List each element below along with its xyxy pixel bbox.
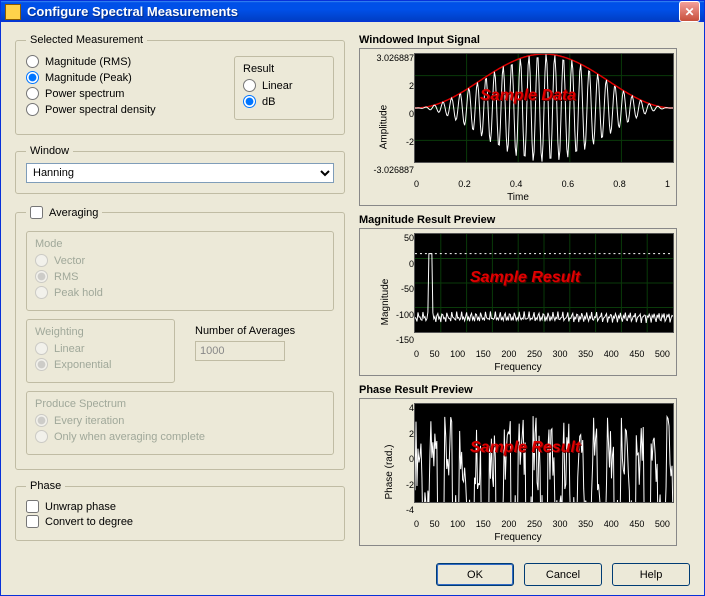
- measurement-option-peak[interactable]: Magnitude (Peak): [26, 71, 234, 84]
- phase-xlabel: Frequency: [494, 532, 541, 543]
- button-row: OK Cancel Help: [1, 557, 704, 596]
- phase-xticks: 050100150200250300350400450500: [414, 519, 670, 529]
- cancel-button[interactable]: Cancel: [524, 563, 602, 586]
- left-column: Selected Measurement Magnitude (RMS) Mag…: [15, 34, 345, 547]
- mode-option-peakhold: Peak hold: [35, 286, 325, 299]
- measurement-option-power[interactable]: Power spectrum: [26, 87, 234, 100]
- num-averages-legend: Number of Averages: [195, 325, 326, 337]
- result-group: Result Linear dB: [234, 56, 334, 120]
- magnitude-title: Magnitude Result Preview: [359, 214, 690, 226]
- window-legend: Window: [26, 145, 73, 157]
- windowed-yticks: 3.02688720-2-3.026887: [374, 53, 414, 175]
- phase-preview: Phase Result Preview Phase (rad.) Freque…: [359, 384, 690, 546]
- window-select[interactable]: Hanning: [26, 163, 334, 183]
- produce-option-every: Every iteration: [35, 414, 325, 427]
- result-option-db[interactable]: dB: [243, 95, 325, 108]
- magnitude-canvas: [414, 233, 674, 333]
- magnitude-xticks: 050100150200250300350400450500: [414, 349, 670, 359]
- titlebar: Configure Spectral Measurements ✕: [1, 1, 704, 22]
- window-group: Window Hanning: [15, 145, 345, 194]
- produce-spectrum-group: Produce Spectrum Every iteration Only wh…: [26, 391, 334, 455]
- phase-legend: Phase: [26, 480, 65, 492]
- mode-group: Mode Vector RMS Peak hold: [26, 231, 334, 311]
- window-title: Configure Spectral Measurements: [27, 4, 679, 19]
- windowed-xlabel: Time: [507, 192, 529, 203]
- content-area: Selected Measurement Magnitude (RMS) Mag…: [1, 22, 704, 557]
- magnitude-yticks: 500-50-100-150: [374, 233, 414, 345]
- windowed-preview: Windowed Input Signal Amplitude Time 3.0…: [359, 34, 690, 206]
- ok-button[interactable]: OK: [436, 563, 514, 586]
- weighting-legend: Weighting: [35, 326, 166, 338]
- averaging-group: Averaging Mode Vector RMS Peak hold Weig…: [15, 204, 345, 470]
- num-averages-input: [195, 341, 285, 361]
- app-icon: [5, 4, 21, 20]
- windowed-canvas: [414, 53, 674, 163]
- measurement-option-psd[interactable]: Power spectral density: [26, 103, 234, 116]
- phase-group: Phase Unwrap phase Convert to degree: [15, 480, 345, 541]
- selected-measurement-legend: Selected Measurement: [26, 34, 147, 46]
- windowed-xticks: 00.20.40.60.81: [414, 179, 670, 189]
- produce-legend: Produce Spectrum: [35, 398, 325, 410]
- dialog-window: Configure Spectral Measurements ✕ Select…: [0, 0, 705, 596]
- phase-title: Phase Result Preview: [359, 384, 690, 396]
- result-option-linear[interactable]: Linear: [243, 79, 325, 92]
- help-button[interactable]: Help: [612, 563, 690, 586]
- magnitude-xlabel: Frequency: [494, 362, 541, 373]
- produce-option-complete: Only when averaging complete: [35, 430, 325, 443]
- averaging-legend: Averaging: [26, 204, 102, 221]
- measurement-option-rms[interactable]: Magnitude (RMS): [26, 55, 234, 68]
- phase-yticks: 420-2-4: [374, 403, 414, 515]
- selected-measurement-group: Selected Measurement Magnitude (RMS) Mag…: [15, 34, 345, 135]
- averaging-checkbox[interactable]: [30, 206, 43, 219]
- weighting-option-linear: Linear: [35, 342, 166, 355]
- right-column: Windowed Input Signal Amplitude Time 3.0…: [359, 34, 690, 547]
- convert-degree-checkbox[interactable]: Convert to degree: [26, 515, 334, 528]
- windowed-title: Windowed Input Signal: [359, 34, 690, 46]
- phase-plot: Phase (rad.) Frequency 420-2-4 050100150…: [359, 398, 677, 546]
- weighting-option-exp: Exponential: [35, 358, 166, 371]
- mode-option-vector: Vector: [35, 254, 325, 267]
- mode-legend: Mode: [35, 238, 325, 250]
- unwrap-phase-checkbox[interactable]: Unwrap phase: [26, 500, 334, 513]
- weighting-group: Weighting Linear Exponential: [26, 319, 175, 383]
- mode-option-rms: RMS: [35, 270, 325, 283]
- close-button[interactable]: ✕: [679, 1, 700, 22]
- result-legend: Result: [243, 63, 325, 75]
- num-averages-group: Number of Averages: [187, 319, 334, 383]
- magnitude-plot: Magnitude Frequency 500-50-100-150: [359, 228, 677, 376]
- magnitude-preview: Magnitude Result Preview Magnitude Frequ…: [359, 214, 690, 376]
- windowed-plot: Amplitude Time 3.02688720-2-3.026887: [359, 48, 677, 206]
- phase-canvas: [414, 403, 674, 503]
